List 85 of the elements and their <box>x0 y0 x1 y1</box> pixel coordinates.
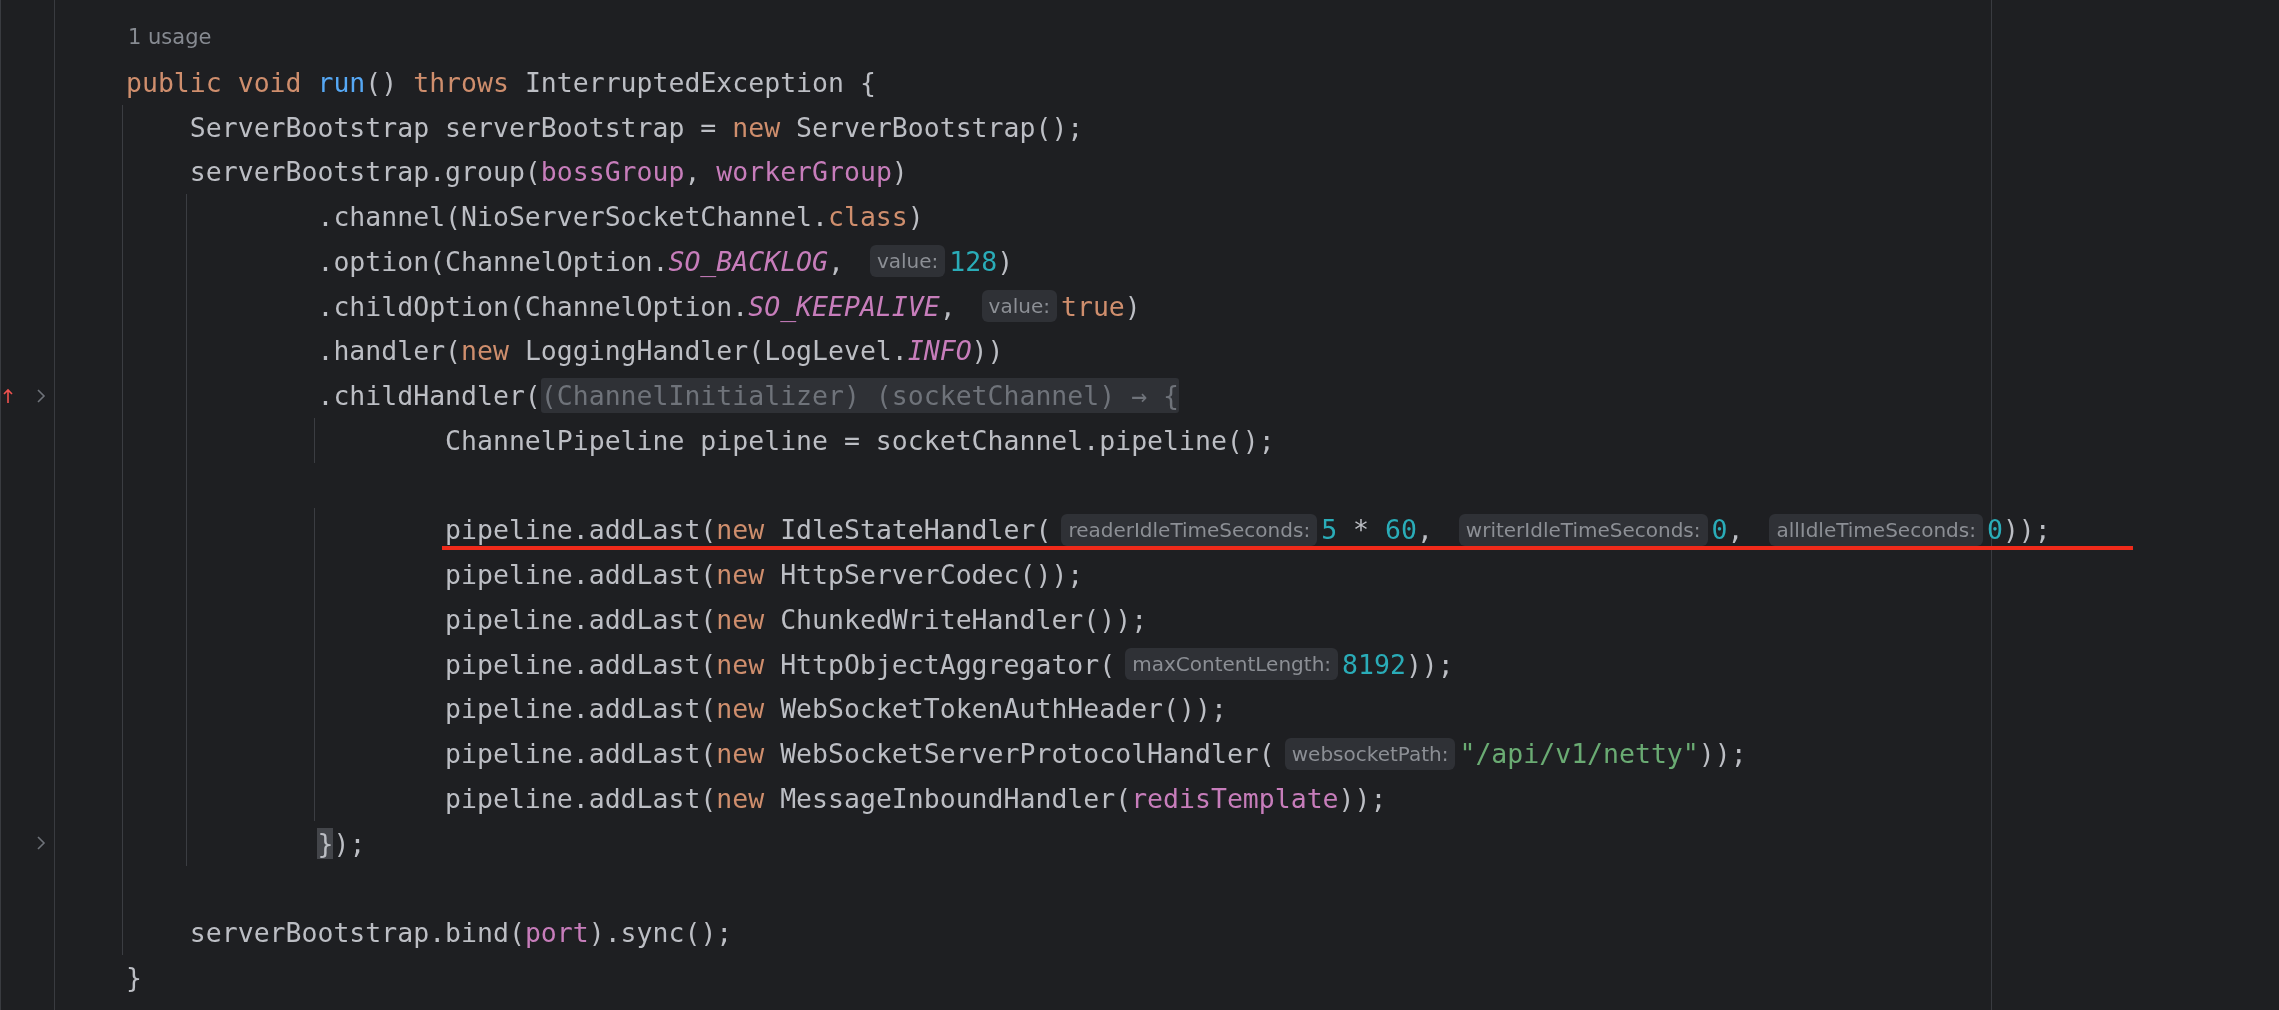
code-text: , <box>684 156 702 188</box>
code-text: ) <box>891 156 908 188</box>
parameter-hint: websocketPath: <box>1284 737 1456 770</box>
code-text: )); <box>2002 514 2051 546</box>
code-text: .option(ChannelOption. <box>317 245 669 277</box>
matched-brace: } <box>317 827 334 859</box>
code-text: ); <box>333 827 366 859</box>
code-text: pipeline.addLast( <box>445 514 717 546</box>
code-keyword: class <box>828 201 908 233</box>
chevron-right-icon[interactable] <box>36 835 46 852</box>
parameter-hint: maxContentLength: <box>1125 648 1339 681</box>
chevron-right-icon[interactable] <box>36 387 46 404</box>
constant-name: INFO <box>907 335 972 367</box>
code-text: )) <box>971 335 1004 367</box>
code-text: .channel(NioServerSocketChannel. <box>317 201 828 233</box>
code-text: .handler( <box>317 335 462 367</box>
code-text: HttpServerCodec()); <box>780 559 1084 591</box>
code-text: serverBootstrap.bind( <box>189 917 525 949</box>
number-literal: 0 <box>1986 514 2003 546</box>
string-literal: "/api/v1/netty" <box>1459 738 1699 770</box>
code-text: ChannelPipeline pipeline = socketChannel.pipeline(); <box>445 424 1275 456</box>
code-keyword: new <box>716 738 766 770</box>
constant-name: SO_KEEPALIVE <box>748 290 940 322</box>
method-name: run <box>317 66 366 98</box>
number-literal: 8192 <box>1342 648 1406 680</box>
number-literal: 5 <box>1321 514 1338 546</box>
code-text: pipeline.addLast( <box>445 782 717 814</box>
parameter-hint: value: <box>981 290 1057 323</box>
code-text: pipeline.addLast( <box>445 559 717 591</box>
code-keyword: new <box>716 648 766 680</box>
code-keyword: new <box>716 559 766 591</box>
code-text: ServerBootstrap(); <box>796 111 1084 143</box>
field-name: port <box>524 917 589 949</box>
number-literal: 60 <box>1385 514 1417 546</box>
code-keyword: true <box>1061 290 1125 322</box>
code-text: serverBootstrap.group( <box>189 156 541 188</box>
code-text: InterruptedException { <box>524 66 876 98</box>
usages-link[interactable]: 1 usage <box>128 24 212 49</box>
code-text: .childOption(ChannelOption. <box>317 290 749 322</box>
code-keyword: public void <box>126 66 303 98</box>
code-text: ServerBootstrap serverBootstrap = <box>189 111 718 143</box>
code-text: )); <box>1698 738 1747 770</box>
code-text: MessageInboundHandler( <box>780 782 1132 814</box>
code-keyword: throws <box>413 66 510 98</box>
code-text: WebSocketServerProtocolHandler( <box>780 738 1275 770</box>
field-name: workerGroup <box>716 156 892 188</box>
code-keyword: new <box>461 335 510 367</box>
constant-name: SO_BACKLOG <box>668 245 828 277</box>
code-text: pipeline.addLast( <box>445 738 717 770</box>
code-text: pipeline.addLast( <box>445 693 717 725</box>
code-text: , <box>1727 514 1745 546</box>
code-text: pipeline.addLast( <box>445 603 717 635</box>
code-keyword: new <box>732 111 782 143</box>
field-name: redisTemplate <box>1131 782 1339 814</box>
parameter-hint: readerIdleTimeSeconds: <box>1061 513 1318 546</box>
parameter-hint: value: <box>869 245 946 278</box>
code-keyword: new <box>716 693 766 725</box>
code-text: ChunkedWriteHandler()); <box>780 603 1148 635</box>
code-text: )); <box>1338 782 1387 814</box>
code-text: ).sync(); <box>588 917 733 949</box>
parameter-hint: writerIdleTimeSeconds: <box>1458 513 1708 546</box>
code-text: () <box>365 66 399 98</box>
lambda-hint: (ChannelInitializer) (socketChannel) → { <box>540 378 1179 414</box>
parameter-hint: allIdleTimeSeconds: <box>1769 513 1983 546</box>
code-text: IdleStateHandler( <box>780 514 1052 546</box>
code-text: , <box>1416 514 1434 546</box>
code-text: ) <box>1124 290 1141 322</box>
code-keyword: new <box>716 514 766 546</box>
code-text: LoggingHandler(LogLevel. <box>524 335 908 367</box>
code-text: ) <box>907 201 924 233</box>
code-text: pipeline.addLast( <box>445 648 717 680</box>
code-text: , <box>939 290 957 322</box>
code-text: WebSocketTokenAuthHeader()); <box>780 693 1227 725</box>
code-text: * <box>1353 514 1371 546</box>
number-literal: 0 <box>1711 514 1728 546</box>
code-text: , <box>828 245 845 277</box>
code-keyword: new <box>716 782 766 814</box>
code-text: .childHandler( <box>317 380 541 412</box>
code-keyword: new <box>716 603 766 635</box>
number-literal: 128 <box>949 245 998 277</box>
field-name: bossGroup <box>540 156 685 188</box>
code-text: HttpObjectAggregator( <box>780 648 1116 680</box>
code-text: ) <box>997 245 1014 277</box>
code-text: )); <box>1405 648 1454 680</box>
code-text: } <box>126 961 142 993</box>
